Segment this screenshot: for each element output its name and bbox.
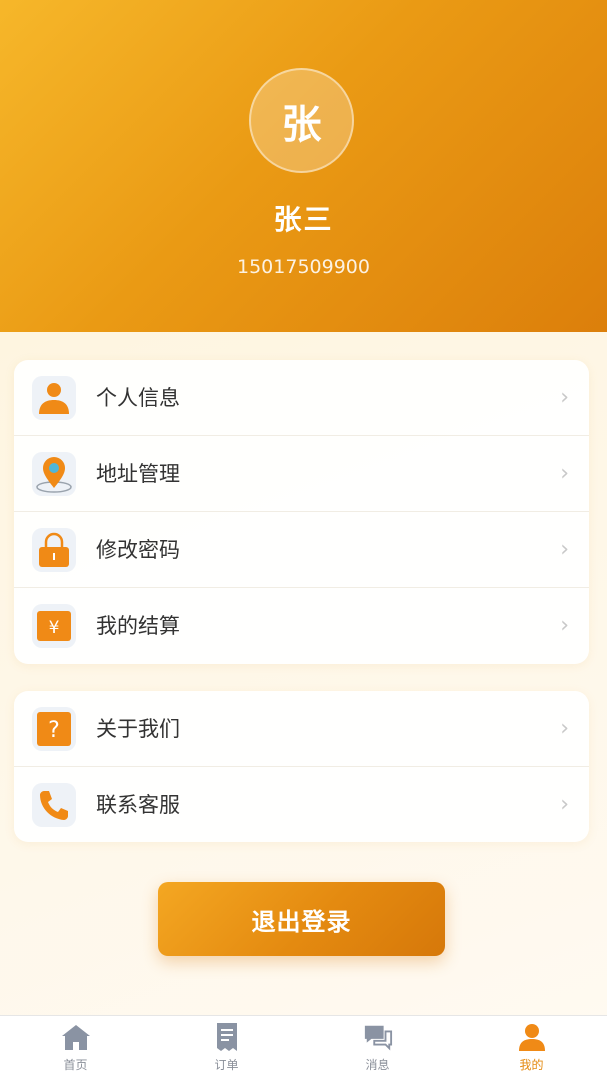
menu-item-label: 地址管理 [96,462,180,486]
user-name: 张三 [273,203,334,236]
chevron-right-icon: › [560,461,569,486]
menu-card-support: ? 关于我们 › 联系客服 › [14,691,589,842]
profile-icon [517,1022,547,1052]
tab-label: 我的 [519,1058,544,1072]
menu-item-about[interactable]: ? 关于我们 › [14,691,589,767]
location-pin-icon [32,452,76,496]
user-icon [32,376,76,420]
svg-text:¥: ¥ [49,618,60,638]
bottom-tab-bar: 首页 订单 消息 我的 [0,1015,607,1080]
home-icon [61,1022,91,1052]
chevron-right-icon: › [560,537,569,562]
menu-item-address[interactable]: 地址管理 › [14,436,589,512]
menu-item-personal-info[interactable]: 个人信息 › [14,360,589,436]
avatar-char: 张 [281,101,322,148]
chevron-right-icon: › [560,385,569,410]
menu-item-change-password[interactable]: 修改密码 › [14,512,589,588]
yen-icon: ¥ [32,604,76,648]
avatar[interactable]: 张 [249,68,354,173]
chevron-right-icon: › [560,792,569,817]
phone-icon [32,783,76,827]
tab-label: 消息 [365,1058,390,1072]
tab-label: 首页 [63,1058,88,1072]
tab-home[interactable]: 首页 [0,1016,151,1080]
tab-mine[interactable]: 我的 [456,1016,607,1080]
user-phone: 15017509900 [237,256,370,278]
order-icon [212,1022,242,1052]
menu-card-account: 个人信息 › 地址管理 › 修改密码 › ¥ 我的结算 › [14,360,589,664]
chevron-right-icon: › [560,716,569,741]
menu-item-label: 个人信息 [96,386,180,410]
menu-item-settlement[interactable]: ¥ 我的结算 › [14,588,589,664]
menu-item-customer-service[interactable]: 联系客服 › [14,767,589,842]
question-icon: ? [32,707,76,751]
tab-orders[interactable]: 订单 [151,1016,302,1080]
tab-label: 订单 [214,1058,239,1072]
message-icon [363,1022,393,1052]
menu-item-label: 联系客服 [96,793,180,817]
menu-item-label: 修改密码 [96,538,180,562]
menu-item-label: 我的结算 [96,614,180,638]
profile-header: 张 张三 15017509900 [0,0,607,332]
logout-button[interactable]: 退出登录 [158,882,445,956]
chevron-right-icon: › [560,613,569,638]
lock-icon [32,528,76,572]
svg-text:?: ? [48,718,60,743]
menu-item-label: 关于我们 [96,717,180,741]
tab-messages[interactable]: 消息 [302,1016,453,1080]
